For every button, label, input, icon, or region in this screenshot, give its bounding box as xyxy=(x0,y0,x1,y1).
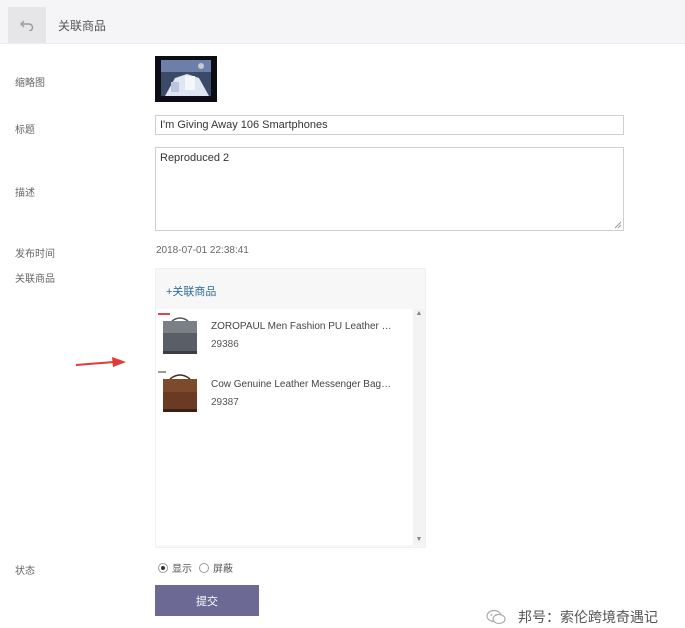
product-item[interactable]: ZOROPAUL Men Fashion PU Leather C... 293… xyxy=(156,313,413,363)
resize-handle-icon[interactable] xyxy=(614,221,622,229)
status-option-label: 显示 xyxy=(172,564,192,575)
description-text: Reproduced 2 xyxy=(160,152,230,164)
back-button[interactable] xyxy=(8,7,46,43)
scroll-up-icon[interactable]: ▲ xyxy=(413,309,425,319)
scroll-down-icon[interactable]: ▼ xyxy=(413,535,425,545)
publish-time-value: 2018-07-01 22:38:41 xyxy=(156,245,249,256)
related-products-panel: +关联商品 ZOROPAUL Men Fashion PU Leather C.… xyxy=(155,268,426,548)
product-list-scrollbar[interactable]: ▲ ▼ xyxy=(413,309,425,545)
product-id: 29386 xyxy=(211,339,239,350)
watermark-text: 邦号：索伦跨境奇遇记 xyxy=(518,609,658,625)
product-name: Cow Genuine Leather Messenger Bags ... xyxy=(211,379,396,390)
wechat-watermark: 邦号：索伦跨境奇遇记 xyxy=(486,607,658,627)
wechat-icon xyxy=(486,609,506,625)
title-label: 标题 xyxy=(15,125,35,136)
product-thumbnail xyxy=(158,371,202,417)
status-label: 状态 xyxy=(15,566,35,577)
radio-unselected-icon[interactable] xyxy=(199,562,209,573)
product-name: ZOROPAUL Men Fashion PU Leather C... xyxy=(211,321,396,332)
title-input[interactable]: I'm Giving Away 106 Smartphones xyxy=(155,115,624,135)
undo-icon xyxy=(20,20,34,31)
related-products-label: 关联商品 xyxy=(15,274,55,285)
radio-selected-icon[interactable] xyxy=(158,562,168,573)
status-option-show[interactable]: 显示 xyxy=(158,560,192,575)
description-label: 描述 xyxy=(15,188,35,199)
submit-button[interactable]: 提交 xyxy=(155,585,259,616)
status-option-label: 屏蔽 xyxy=(213,564,233,575)
product-item[interactable]: Cow Genuine Leather Messenger Bags ... 2… xyxy=(156,371,413,421)
product-id: 29387 xyxy=(211,397,239,408)
status-option-hide[interactable]: 屏蔽 xyxy=(199,560,233,575)
thumbnail-image[interactable] xyxy=(155,56,217,102)
description-textarea[interactable]: Reproduced 2 xyxy=(155,147,624,231)
thumbnail-label: 缩略图 xyxy=(15,78,45,89)
product-list: ZOROPAUL Men Fashion PU Leather C... 293… xyxy=(156,309,413,545)
publish-time-label: 发布时间 xyxy=(15,249,55,260)
page-title: 关联商品 xyxy=(58,19,107,33)
product-thumbnail xyxy=(158,313,202,359)
add-related-product-link[interactable]: +关联商品 xyxy=(166,283,216,299)
top-bar: 关联商品 xyxy=(0,0,685,44)
annotation-arrow-icon xyxy=(75,357,126,367)
